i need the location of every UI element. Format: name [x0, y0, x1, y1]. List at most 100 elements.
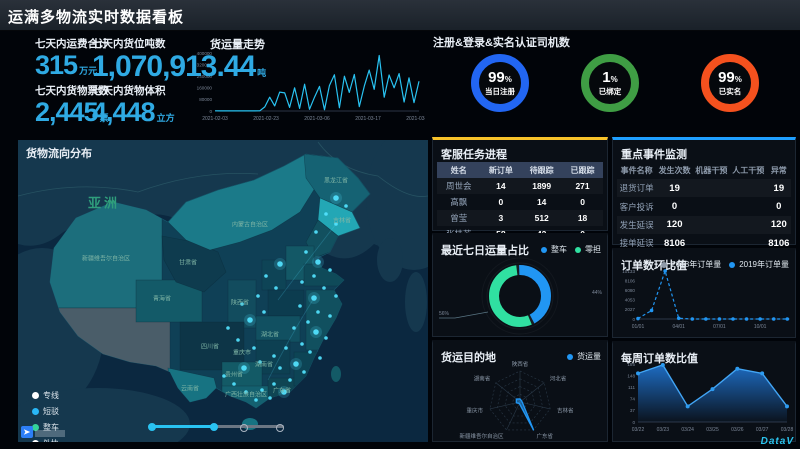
map-dot: [256, 294, 260, 298]
table-cell: 曾莹: [437, 210, 480, 226]
svg-text:2021-03-28: 2021-03-28: [406, 116, 425, 122]
map-dot: [344, 204, 348, 208]
slider-handle-start[interactable]: [148, 423, 156, 431]
legend-dot: [575, 247, 581, 253]
svg-text:74: 74: [630, 397, 636, 402]
gauge-value: 1%: [602, 70, 617, 85]
map-attribution: [35, 430, 65, 437]
legend-dot: [32, 440, 39, 442]
table-cell: 周世会: [437, 178, 480, 194]
table-row: 客户投诉00: [617, 197, 791, 215]
map-title: 货物流向分布: [26, 145, 92, 161]
gauge-verified: 99% 已实名: [701, 54, 759, 112]
map-dot: [312, 274, 316, 278]
svg-text:01/01: 01/01: [632, 324, 645, 330]
header-bar: 运满多物流实时数据看板: [0, 0, 800, 31]
column-header: 异常: [767, 162, 791, 179]
svg-text:湖南省: 湖南省: [474, 374, 491, 382]
map-dot: [311, 295, 317, 301]
map-dot: [302, 370, 306, 374]
svg-text:0: 0: [632, 317, 635, 322]
svg-text:吉林省: 吉林省: [557, 407, 574, 415]
svg-text:2021-03-17: 2021-03-17: [355, 116, 381, 122]
datav-watermark: DataV: [761, 436, 794, 447]
svg-text:56%: 56%: [439, 311, 450, 317]
svg-text:80000: 80000: [199, 97, 212, 102]
kpi-value: 1,070,913.44吨: [92, 51, 266, 83]
service-task-panel: 客服任务进程 姓名新订单待跟踪已跟踪周世会141899271高飘0140曾莹35…: [432, 137, 608, 231]
map-timeline-slider[interactable]: [148, 421, 284, 431]
slider-handle-mark[interactable]: [240, 424, 248, 432]
destinations-legend: 货运量: [567, 351, 601, 367]
table-cell: 14: [480, 178, 521, 194]
svg-text:10133: 10133: [622, 269, 635, 274]
svg-text:160000: 160000: [197, 86, 213, 91]
table-header-row: 事件名称发生次数机器干预人工干预异常: [617, 162, 791, 179]
table-cell: 19: [767, 179, 791, 197]
map-province-label: 贵州省: [225, 370, 243, 379]
map-dot: [328, 268, 332, 272]
volume-share-legend: 整车 零担: [541, 244, 601, 260]
map-dot: [236, 338, 240, 342]
table-header-row: 姓名新订单待跟踪已跟踪: [437, 162, 603, 178]
map-dot: [262, 310, 266, 314]
map-dot: [247, 317, 253, 323]
slider-active-range: [150, 425, 214, 428]
table-cell: 120: [767, 216, 791, 234]
svg-text:4053: 4053: [625, 298, 636, 303]
key-events-title: 重点事件监测: [621, 146, 687, 162]
map-dot: [268, 396, 272, 400]
column-header: 待跟踪: [521, 162, 562, 178]
kpi-unit: 立方: [157, 113, 175, 123]
svg-text:广东省: 广东省: [537, 432, 554, 440]
table-cell: 3: [480, 210, 521, 226]
svg-text:8106: 8106: [625, 278, 636, 283]
legend-item-ltl[interactable]: 零担: [575, 244, 601, 255]
table-cell: 120: [656, 216, 693, 234]
map-dot: [264, 274, 268, 278]
map-legend-item[interactable]: 外协: [32, 438, 59, 442]
weekly-orders-chart: 0377411114818503/2203/2303/2403/2503/260…: [613, 356, 797, 441]
table-cell: 0: [562, 194, 603, 210]
kpi-cargo-tons: 七天内货位吨数 1,070,913.44吨: [92, 36, 266, 83]
svg-text:陕西省: 陕西省: [512, 360, 529, 368]
map-dot: [298, 304, 302, 308]
slider-handle-end[interactable]: [276, 424, 284, 432]
weekly-orders-panel: 每周订单数比值 0377411114818503/2203/2303/2403/…: [612, 341, 796, 442]
map-province-label: 重庆市: [233, 348, 251, 357]
china-map: [18, 140, 428, 442]
volume-share-donut: 44%56%: [433, 254, 607, 336]
map-legend-item[interactable]: 专线: [32, 390, 59, 401]
svg-text:04/01: 04/01: [672, 324, 685, 330]
map-dot: [324, 336, 328, 340]
order-mom-panel: 订单数环比值 2018年订单量 2019年订单量 020274053608081…: [612, 248, 796, 338]
cargo-flow-map-panel: 货物流向分布: [18, 140, 428, 442]
table-cell: 发生延误: [617, 216, 656, 234]
map-dot: [292, 326, 296, 330]
legend-item-2018[interactable]: 2018年订单量: [661, 259, 721, 270]
svg-text:03/22: 03/22: [632, 427, 645, 433]
destinations-radar: 陕西省河北省吉林省广东省新疆维吾尔自治区重庆市湖南省: [433, 357, 607, 441]
kpi-value: 4,448立方: [92, 98, 175, 126]
svg-text:07/01: 07/01: [713, 324, 726, 330]
legend-item-2019[interactable]: 2019年订单量: [729, 259, 789, 270]
table-cell: [730, 179, 767, 197]
legend-item-full-truck[interactable]: 整车: [541, 244, 567, 255]
page-title: 运满多物流实时数据看板: [0, 0, 800, 27]
table-cell: 0: [480, 194, 521, 210]
svg-text:2021-02-23: 2021-02-23: [253, 116, 279, 122]
table-cell: 客户投诉: [617, 197, 656, 215]
slider-handle-current[interactable]: [210, 423, 218, 431]
kpi-unit: 吨: [257, 68, 266, 78]
map-province-label: 甘肃省: [179, 258, 197, 267]
map-continent-label: 亚洲: [88, 193, 120, 212]
legend-dot: [729, 262, 735, 268]
table-cell: [693, 179, 730, 197]
key-events-panel: 重点事件监测 事件名称发生次数机器干预人工干预异常退货订单1919客户投诉00发…: [612, 137, 796, 245]
svg-text:148: 148: [627, 373, 635, 378]
legend-item-freight[interactable]: 货运量: [567, 351, 601, 362]
map-legend-item[interactable]: 短驳: [32, 406, 59, 417]
column-header: 人工干预: [730, 162, 767, 179]
map-dot: [288, 378, 292, 382]
map-dot: [314, 230, 318, 234]
